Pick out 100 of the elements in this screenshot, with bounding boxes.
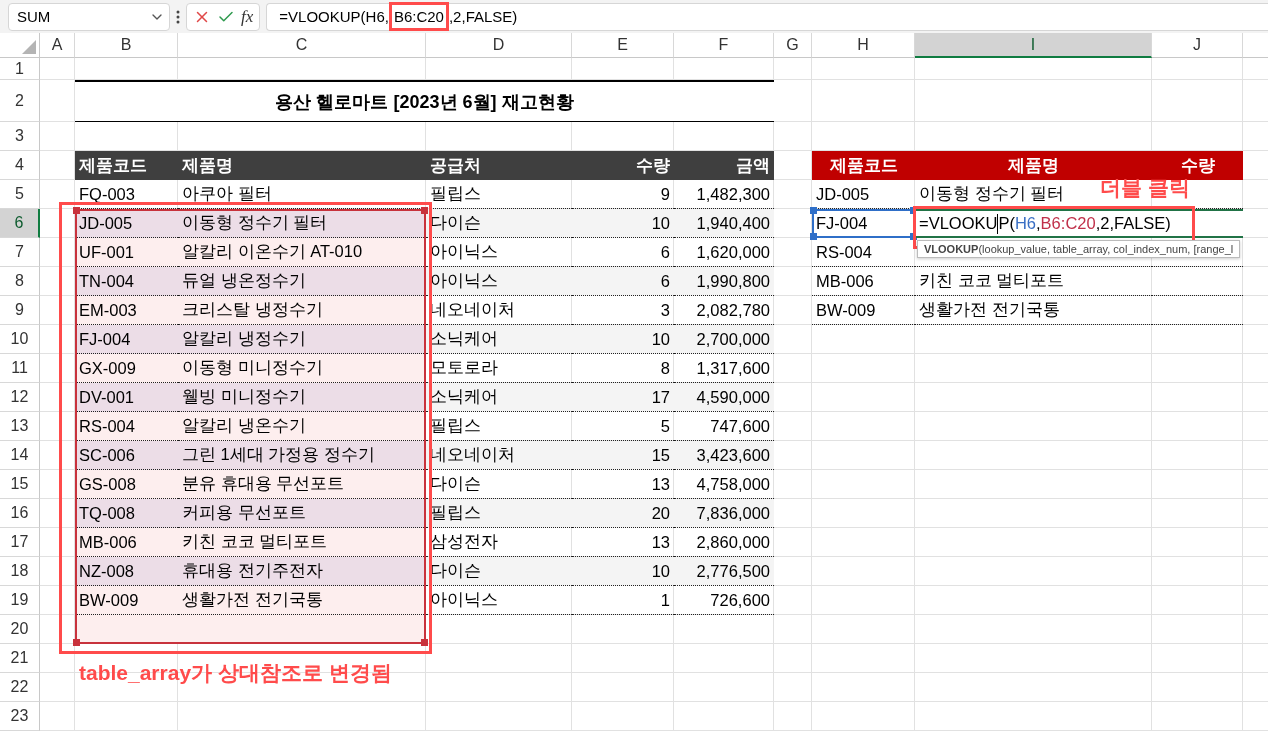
column-header[interactable]: H <box>812 33 915 58</box>
row-header[interactable]: 6 <box>0 209 40 238</box>
table-cell: 네오네이처 <box>426 441 572 470</box>
table-cell: 이동형 미니정수기 <box>178 354 426 383</box>
table-cell: 2,700,000 <box>674 325 774 354</box>
column-heading: 제품코드 <box>75 151 178 180</box>
column-header[interactable]: C <box>178 33 426 58</box>
row-header[interactable]: 12 <box>0 383 40 412</box>
row-header[interactable]: 10 <box>0 325 40 354</box>
table-cell: 6 <box>572 267 674 296</box>
row-header[interactable]: 22 <box>0 673 40 702</box>
table-cell: 키친 코코 멀티포트 <box>915 267 1152 296</box>
table-cell: 10 <box>572 209 674 238</box>
column-header[interactable]: F <box>674 33 774 58</box>
column-header[interactable]: B <box>75 33 178 58</box>
column-heading: 수량 <box>572 151 674 180</box>
table-cell: 알칼리 냉온수기 <box>178 412 426 441</box>
table-cell: 15 <box>572 441 674 470</box>
table-cell: 알칼리 냉정수기 <box>178 325 426 354</box>
row-header[interactable]: 18 <box>0 557 40 586</box>
column-heading: 금액 <box>674 151 774 180</box>
row-header[interactable]: 14 <box>0 441 40 470</box>
row-header[interactable]: 5 <box>0 180 40 209</box>
table-cell: 키친 코코 멀티포트 <box>178 528 426 557</box>
table-cell: 필립스 <box>426 499 572 528</box>
table-cell: 웰빙 미니정수기 <box>178 383 426 412</box>
table-cell: 듀얼 냉온정수기 <box>178 267 426 296</box>
row-header[interactable]: 7 <box>0 238 40 267</box>
table-cell: 생활가전 전기국통 <box>915 296 1152 325</box>
table-cell: 1,940,400 <box>674 209 774 238</box>
table-cell: 분유 휴대용 무선포트 <box>178 470 426 499</box>
column-heading: 수량 <box>1152 151 1243 180</box>
table-cell: DV-001 <box>75 383 178 412</box>
table-cell: 알칼리 이온수기 AT-010 <box>178 238 426 267</box>
table-cell: 17 <box>572 383 674 412</box>
row-header[interactable]: 16 <box>0 499 40 528</box>
table-cell: RS-004 <box>75 412 178 441</box>
column-header[interactable]: J <box>1152 33 1243 58</box>
table-cell: 다이슨 <box>426 209 572 238</box>
row-header[interactable]: 19 <box>0 586 40 615</box>
table-cell: BW-009 <box>75 586 178 615</box>
table-cell: MB-006 <box>75 528 178 557</box>
table-cell: 20 <box>572 499 674 528</box>
row-header[interactable]: 9 <box>0 296 40 325</box>
row-header[interactable]: 13 <box>0 412 40 441</box>
table-cell: 크리스탈 냉정수기 <box>178 296 426 325</box>
table-cell: TQ-008 <box>75 499 178 528</box>
name-box[interactable]: SUM <box>8 2 170 31</box>
row-header[interactable]: 8 <box>0 267 40 296</box>
row-header[interactable]: 15 <box>0 470 40 499</box>
annotation-text: table_array가 상대참조로 변경됨 <box>78 660 393 686</box>
table-cell: 726,600 <box>674 586 774 615</box>
row-header[interactable]: 11 <box>0 354 40 383</box>
row-header[interactable]: 20 <box>0 615 40 644</box>
formula-field[interactable]: =VLOOKUP(H6, B6:C20 ,2,FALSE) <box>266 2 1268 31</box>
text-caret <box>997 213 999 234</box>
table-cell: 커피용 무선포트 <box>178 499 426 528</box>
table-cell: GX-009 <box>75 354 178 383</box>
select-all-icon[interactable] <box>22 40 36 54</box>
insert-function-button[interactable]: fx <box>241 6 254 27</box>
table-cell: 1 <box>572 586 674 615</box>
table-cell: MB-006 <box>812 267 915 296</box>
column-heading: 제품코드 <box>812 151 915 180</box>
table-cell: 소닉케어 <box>426 383 572 412</box>
cell-editor[interactable]: =VLOOKU P(H6,B6:C20,2,FALSE) <box>915 209 1243 238</box>
row-header[interactable]: 2 <box>0 80 40 122</box>
table-cell: NZ-008 <box>75 557 178 586</box>
table-cell: BW-009 <box>812 296 915 325</box>
table-cell: 다이슨 <box>426 557 572 586</box>
column-header[interactable]: I <box>915 33 1152 58</box>
column-header[interactable]: D <box>426 33 572 58</box>
table-cell: 휴대용 전기주전자 <box>178 557 426 586</box>
column-header[interactable]: E <box>572 33 674 58</box>
column-heading: 제품명 <box>915 151 1152 180</box>
row-header[interactable]: 1 <box>0 58 40 80</box>
table-cell: 7,836,000 <box>674 499 774 528</box>
more-icon[interactable] <box>176 9 180 24</box>
table-cell: TN-004 <box>75 267 178 296</box>
table-cell: FJ-004 <box>75 325 178 354</box>
column-header[interactable]: A <box>40 33 75 58</box>
column-heading: 제품명 <box>178 151 426 180</box>
sheet-title: 용산 헬로마트 [2023년 6월] 재고현황 <box>75 80 774 122</box>
column-heading: 공급처 <box>426 151 572 180</box>
table-cell: 4,590,000 <box>674 383 774 412</box>
table-cell: GS-008 <box>75 470 178 499</box>
column-header[interactable]: G <box>774 33 812 58</box>
table-cell: 2,776,500 <box>674 557 774 586</box>
table-cell: UF-001 <box>75 238 178 267</box>
table-cell: 생활가전 전기국통 <box>178 586 426 615</box>
table-cell: 아이닉스 <box>426 586 572 615</box>
row-header[interactable]: 23 <box>0 702 40 731</box>
row-header[interactable]: 4 <box>0 151 40 180</box>
table-cell: 10 <box>572 557 674 586</box>
table-cell: 1,990,800 <box>674 267 774 296</box>
row-header[interactable]: 21 <box>0 644 40 673</box>
table-cell: JD-005 <box>75 209 178 238</box>
table-cell: SC-006 <box>75 441 178 470</box>
table-cell: 3,423,600 <box>674 441 774 470</box>
row-header[interactable]: 17 <box>0 528 40 557</box>
row-header[interactable]: 3 <box>0 122 40 151</box>
